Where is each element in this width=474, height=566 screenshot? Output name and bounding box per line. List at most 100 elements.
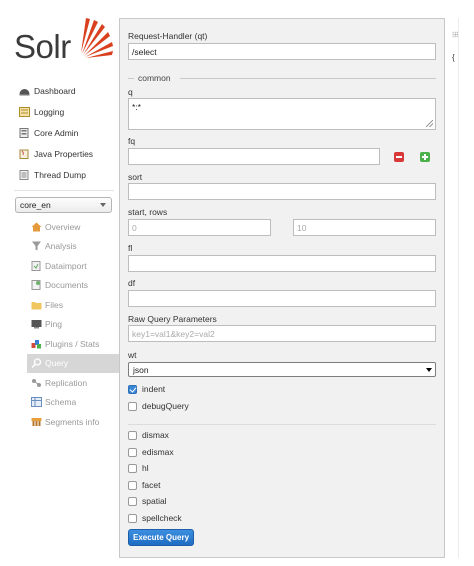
core-menu-label: Query — [45, 358, 69, 369]
core-menu-analysis[interactable]: Analysis — [27, 237, 120, 257]
dismax-checkbox[interactable] — [128, 430, 137, 440]
solr-logo[interactable]: Solr — [14, 18, 113, 68]
plugins-icon — [31, 339, 42, 349]
spellcheck-option[interactable]: spellcheck — [128, 513, 182, 523]
facet-label: facet — [142, 480, 161, 490]
edismax-label: edismax — [142, 447, 174, 457]
nav-item-dashboard[interactable]: Dashboard — [14, 80, 114, 101]
hl-option[interactable]: hl — [128, 463, 149, 473]
funnel-icon — [31, 241, 42, 251]
start-rows-label: start, rows — [128, 207, 168, 217]
q-textarea[interactable]: *:* — [128, 98, 436, 130]
fl-label: fl — [128, 243, 133, 253]
rows-input[interactable]: 10 — [293, 219, 436, 236]
wt-select[interactable]: json — [128, 362, 436, 377]
fq-input[interactable] — [128, 148, 380, 165]
core-menu-query[interactable]: Query — [27, 353, 120, 373]
documents-icon — [31, 280, 42, 291]
files-icon — [31, 300, 42, 310]
debugquery-checkbox[interactable] — [128, 401, 137, 411]
execute-query-button[interactable]: Execute Query — [128, 529, 194, 546]
hl-checkbox[interactable] — [128, 463, 137, 473]
df-label: df — [128, 278, 136, 288]
nav-item-logging[interactable]: Logging — [14, 101, 114, 122]
dismax-label: dismax — [142, 430, 169, 440]
indent-option[interactable]: indent — [128, 384, 165, 394]
options-divider — [128, 424, 436, 425]
indent-checkbox[interactable] — [128, 384, 137, 394]
hl-label: hl — [142, 463, 149, 473]
nav-item-core-admin[interactable]: Core Admin — [14, 122, 114, 143]
ping-icon — [31, 319, 42, 329]
fq-label: fq — [128, 136, 136, 146]
wt-label: wt — [128, 350, 137, 360]
chevron-down-icon — [100, 203, 106, 207]
sidebar: Solr Dashboard Logging Core Admin Java P… — [0, 0, 120, 566]
request-handler-label: Request-Handler (qt) — [128, 31, 208, 41]
core-menu-files[interactable]: Files — [27, 295, 120, 315]
core-menu-dataimport[interactable]: Dataimport — [27, 256, 120, 276]
query-form: Request-Handler (qt) /select common q *:… — [119, 18, 445, 558]
nav-item-thread-dump[interactable]: Thread Dump — [14, 164, 114, 185]
chevron-down-icon — [426, 368, 432, 372]
core-menu-label: Ping — [45, 319, 63, 330]
dashboard-icon — [19, 86, 30, 96]
nav-item-label: Core Admin — [34, 127, 79, 138]
core-menu: Overview Analysis Dataimport Documents F… — [27, 217, 120, 432]
sort-input[interactable] — [128, 183, 436, 200]
thread-dump-icon — [19, 169, 30, 180]
start-input[interactable]: 0 — [128, 219, 271, 236]
add-fq-button[interactable] — [420, 152, 430, 162]
df-input[interactable] — [128, 290, 436, 307]
core-menu-documents[interactable]: Documents — [27, 276, 120, 296]
core-menu-label: Segments info — [45, 416, 100, 427]
core-menu-overview[interactable]: Overview — [27, 217, 120, 237]
spellcheck-checkbox[interactable] — [128, 513, 137, 523]
resize-handle-icon[interactable] — [426, 120, 433, 127]
nav-item-label: Dashboard — [34, 85, 76, 96]
core-menu-replication[interactable]: Replication — [27, 373, 120, 393]
nav-item-label: Logging — [34, 106, 65, 117]
core-menu-ping[interactable]: Ping — [27, 315, 120, 335]
nav-item-label: Thread Dump — [34, 169, 86, 180]
core-menu-label: Analysis — [45, 241, 77, 252]
core-menu-schema[interactable]: Schema — [27, 393, 120, 413]
core-menu-segments-info[interactable]: Segments info — [27, 412, 120, 432]
request-handler-input[interactable]: /select — [128, 43, 436, 60]
core-menu-label: Replication — [45, 377, 88, 388]
core-admin-icon — [19, 127, 30, 138]
logging-icon — [19, 106, 30, 117]
fl-input[interactable] — [128, 255, 436, 272]
raw-params-input[interactable]: key1=val1&key2=val2 — [128, 325, 436, 342]
facet-checkbox[interactable] — [128, 480, 137, 490]
nav-item-java-properties[interactable]: Java Properties — [14, 143, 114, 164]
common-fieldset-legend: common — [128, 73, 436, 83]
wt-value: json — [133, 364, 149, 375]
core-menu-label: Schema — [45, 397, 77, 408]
logo-text: Solr — [14, 28, 71, 65]
result-url-icon[interactable]: ⊞ — [452, 30, 474, 39]
dismax-option[interactable]: dismax — [128, 430, 169, 440]
magnifier-icon — [31, 358, 42, 369]
result-json-brace: { — [452, 53, 455, 62]
core-menu-plugins-stats[interactable]: Plugins / Stats — [27, 334, 120, 354]
java-icon — [19, 149, 30, 159]
debugquery-option[interactable]: debugQuery — [128, 401, 189, 411]
core-menu-label: Overview — [45, 221, 81, 232]
core-selector[interactable]: core_en — [15, 197, 112, 213]
spatial-option[interactable]: spatial — [128, 496, 167, 506]
edismax-option[interactable]: edismax — [128, 447, 174, 457]
legend-divider — [128, 78, 134, 79]
remove-fq-button[interactable] — [394, 152, 404, 162]
indent-label: indent — [142, 384, 166, 394]
edismax-checkbox[interactable] — [128, 447, 137, 457]
segments-icon — [31, 417, 42, 427]
debugquery-label: debugQuery — [142, 401, 189, 411]
dataimport-icon — [31, 260, 42, 271]
nav-item-label: Java Properties — [34, 148, 94, 159]
spatial-checkbox[interactable] — [128, 496, 137, 506]
sort-label: sort — [128, 172, 143, 182]
nav-divider — [14, 190, 114, 191]
home-icon — [31, 222, 42, 232]
facet-option[interactable]: facet — [128, 480, 160, 490]
